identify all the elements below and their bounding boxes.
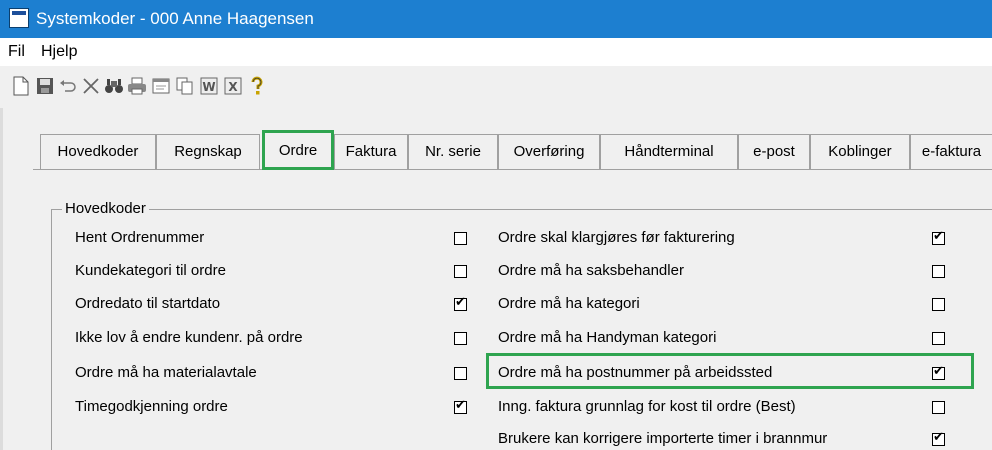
option-checkbox[interactable] — [454, 265, 467, 278]
title-bar: Systemkoder - 000 Anne Haagensen — [0, 0, 992, 38]
tab-hovedkoder[interactable]: Hovedkoder — [40, 134, 156, 170]
group-title: Hovedkoder — [62, 200, 149, 217]
option-label: Ordre må ha kategori — [498, 295, 640, 312]
toolbar: W X — [0, 66, 992, 108]
delete-icon[interactable] — [80, 75, 102, 97]
tab-faktura[interactable]: Faktura — [334, 134, 408, 170]
tab-handterminal[interactable]: Håndterminal — [600, 134, 738, 170]
menu-file[interactable]: Fil — [8, 43, 25, 61]
option-checkbox[interactable] — [932, 298, 945, 311]
undo-icon[interactable] — [57, 75, 79, 97]
option-label: Ordre må ha Handyman kategori — [498, 329, 717, 346]
tab-strip: Hovedkoder Regnskap Ordre Faktura Nr. se… — [0, 130, 992, 172]
tab-overforing[interactable]: Overføring — [498, 134, 600, 170]
tab-koblinger[interactable]: Koblinger — [810, 134, 910, 170]
option-label: Ikke lov å endre kundenr. på ordre — [75, 329, 303, 346]
option-checkbox[interactable] — [932, 401, 945, 414]
menu-bar: Fil Hjelp — [0, 38, 992, 66]
option-checkbox[interactable] — [932, 364, 945, 380]
option-checkbox[interactable] — [932, 265, 945, 278]
tab-e-post[interactable]: e-post — [738, 134, 810, 170]
print-icon[interactable] — [126, 75, 148, 97]
option-label: Ordre må ha saksbehandler — [498, 262, 684, 279]
save-icon[interactable] — [34, 75, 56, 97]
menu-help[interactable]: Hjelp — [41, 43, 77, 61]
option-label: Inng. faktura grunnlag for kost til ordr… — [498, 398, 796, 415]
option-checkbox[interactable] — [454, 232, 467, 245]
app-window-icon — [9, 8, 29, 28]
group-border-top — [51, 209, 992, 210]
search-icon[interactable] — [103, 75, 125, 97]
window-title: Systemkoder - 000 Anne Haagensen — [36, 9, 314, 28]
preview-icon[interactable] — [150, 75, 172, 97]
word-export-icon[interactable]: W — [198, 75, 220, 97]
option-label: Hent Ordrenummer — [75, 229, 205, 246]
option-checkbox[interactable] — [932, 332, 945, 345]
tab-content-border — [33, 169, 992, 170]
option-label: Ordre skal klargjøres før fakturering — [498, 229, 735, 246]
option-checkbox[interactable] — [454, 295, 467, 311]
group-border-left — [51, 209, 52, 450]
svg-text:X: X — [228, 80, 238, 94]
option-label: Ordre må ha materialavtale — [75, 364, 257, 381]
svg-text:W: W — [202, 80, 215, 94]
option-label: Ordredato til startdato — [75, 295, 221, 312]
tab-ordre[interactable]: Ordre — [262, 130, 334, 170]
new-document-icon[interactable] — [10, 75, 32, 97]
option-checkbox[interactable] — [454, 332, 467, 345]
option-checkbox[interactable] — [932, 430, 945, 446]
copy-icon[interactable] — [174, 75, 196, 97]
tab-nr-serie[interactable]: Nr. serie — [408, 134, 498, 170]
option-label: Timegodkjenning ordre — [75, 398, 228, 415]
option-label: Ordre må ha postnummer på arbeidssted — [498, 364, 773, 381]
option-checkbox[interactable] — [454, 398, 467, 414]
option-label: Brukere kan korrigere importerte timer i… — [498, 430, 828, 447]
tab-regnskap[interactable]: Regnskap — [156, 134, 260, 170]
option-checkbox[interactable] — [454, 367, 467, 380]
help-icon[interactable] — [246, 75, 268, 97]
tab-e-faktura[interactable]: e-faktura — [910, 134, 992, 170]
option-label: Kundekategori til ordre — [75, 262, 226, 279]
option-checkbox[interactable] — [932, 229, 945, 245]
excel-export-icon[interactable]: X — [222, 75, 244, 97]
